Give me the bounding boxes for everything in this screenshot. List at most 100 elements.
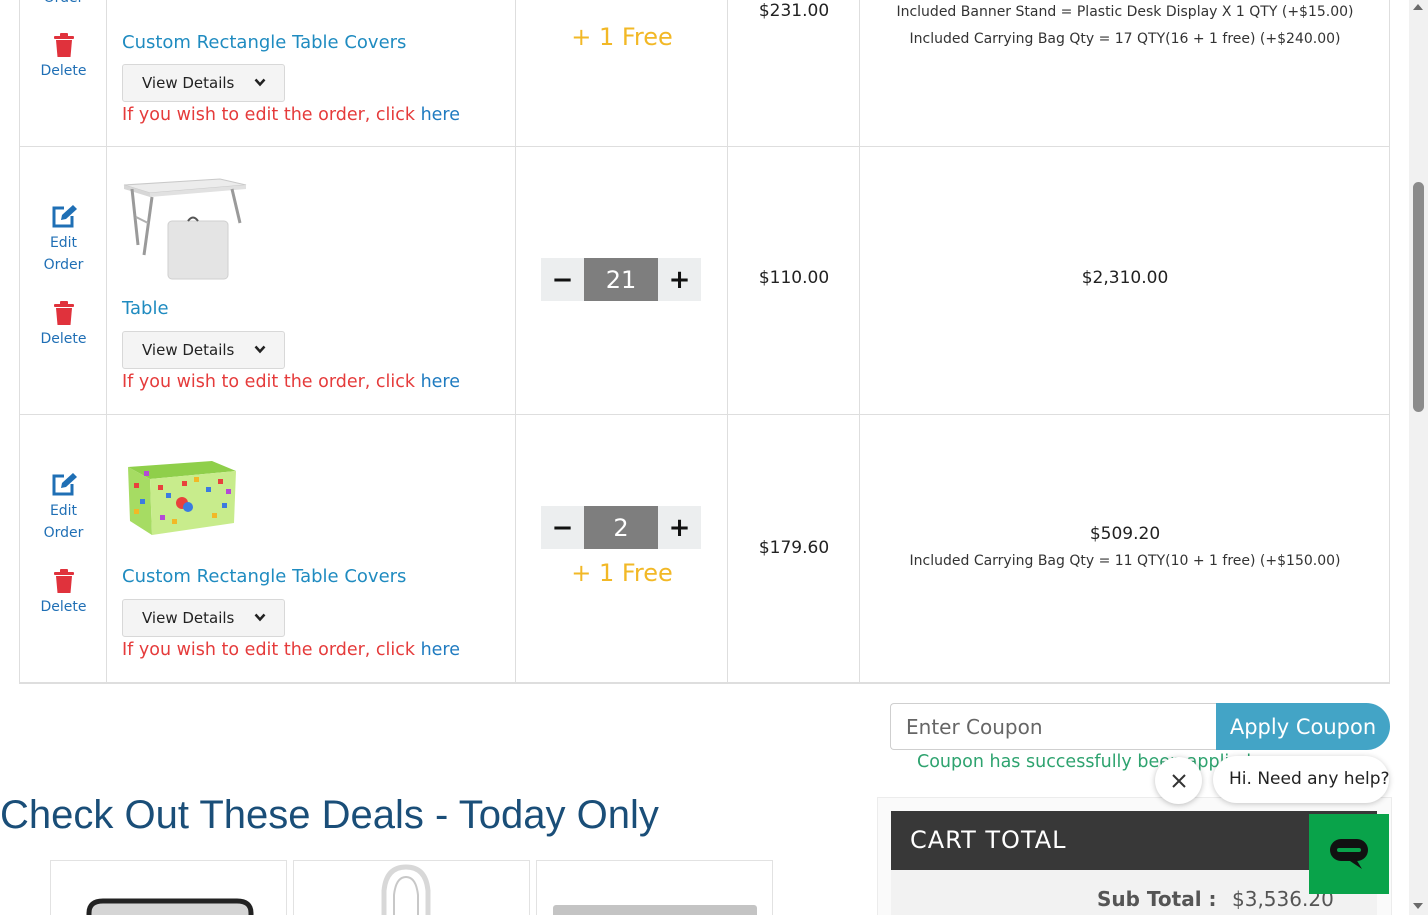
quantity-stepper[interactable]: − 2 + xyxy=(541,506,701,549)
deals-heading: Check Out These Deals - Today Only xyxy=(0,793,659,837)
deal-product-image xyxy=(86,898,254,915)
cart-actions-cell: Edit Order Delete xyxy=(20,147,107,414)
delete-button[interactable]: Delete xyxy=(20,569,107,618)
deal-product-image xyxy=(381,864,431,915)
edit-here-link[interactable]: here xyxy=(421,105,460,125)
chat-icon xyxy=(1330,839,1368,869)
quantity-value[interactable]: 2 xyxy=(584,506,658,549)
trash-icon xyxy=(53,33,74,57)
edit-order-button[interactable]: Edit Order xyxy=(20,204,107,276)
unit-price: $110.00 xyxy=(758,268,830,288)
included-option-note: Included Banner Stand = Plastic Desk Dis… xyxy=(896,4,1354,20)
coupon-form: Apply Coupon xyxy=(890,703,1390,750)
product-cell: Custom Rectangle Table Covers View Detai… xyxy=(107,0,516,146)
increase-quantity-button[interactable]: + xyxy=(658,258,701,301)
scroll-up-arrow-icon[interactable] xyxy=(1413,4,1423,10)
unit-price: $179.60 xyxy=(758,538,830,558)
product-cell: Table View Details If you wish to edit t… xyxy=(107,147,516,414)
trash-icon xyxy=(53,301,74,325)
edit-order-note: If you wish to edit the order, click her… xyxy=(122,105,460,125)
cart-actions-cell: Order Delete xyxy=(20,0,107,146)
free-item-badge: + 1 Free xyxy=(571,23,673,51)
view-details-button[interactable]: View Details xyxy=(122,599,285,637)
view-details-label: View Details xyxy=(142,609,235,627)
view-details-label: View Details xyxy=(142,341,235,359)
unit-price: $231.00 xyxy=(758,1,830,21)
increase-quantity-button[interactable]: + xyxy=(658,506,701,549)
product-cell: Custom Rectangle Table Covers View Detai… xyxy=(107,415,516,682)
product-name-link[interactable]: Custom Rectangle Table Covers xyxy=(122,566,406,587)
edit-here-link[interactable]: here xyxy=(421,372,460,392)
total-cell: $2,310.00 xyxy=(860,147,1390,414)
quantity-cell: − 21 + xyxy=(516,147,728,414)
unit-price-cell: $231.00 xyxy=(728,0,860,146)
product-name-link[interactable]: Table xyxy=(122,298,169,319)
line-total: $509.20 xyxy=(1089,524,1161,544)
line-total: $2,310.00 xyxy=(1081,268,1169,288)
edit-note-text: If you wish to edit the order, click xyxy=(122,105,421,125)
product-name-link[interactable]: Custom Rectangle Table Covers xyxy=(122,32,406,53)
table-cover-image xyxy=(128,461,236,535)
coupon-input[interactable] xyxy=(890,703,1216,750)
deal-card[interactable] xyxy=(293,860,530,915)
total-cell: Included Banner Stand = Plastic Desk Dis… xyxy=(860,0,1390,146)
decrease-quantity-button[interactable]: − xyxy=(541,258,584,301)
subtotal-label: Sub Total : xyxy=(1097,887,1217,911)
free-item-badge: + 1 Free xyxy=(571,559,673,587)
edit-icon xyxy=(52,205,77,228)
deal-product-image xyxy=(553,905,757,915)
cart-row: Edit Order Delete xyxy=(20,147,1389,415)
deal-card[interactable] xyxy=(536,860,773,915)
delete-button[interactable]: Delete xyxy=(20,33,107,82)
trash-icon xyxy=(53,569,74,593)
apply-coupon-button[interactable]: Apply Coupon xyxy=(1216,703,1390,750)
edit-here-link[interactable]: here xyxy=(421,640,460,660)
order-label: Order xyxy=(43,257,84,273)
decrease-quantity-button[interactable]: − xyxy=(541,506,584,549)
edit-order-label: Order xyxy=(44,0,84,6)
edit-icon xyxy=(52,473,77,496)
delete-label: Delete xyxy=(40,599,87,615)
order-label: Order xyxy=(43,525,84,541)
view-details-button[interactable]: View Details xyxy=(122,64,285,102)
edit-order-note: If you wish to edit the order, click her… xyxy=(122,640,460,660)
edit-order-note: If you wish to edit the order, click her… xyxy=(122,372,460,392)
delete-button[interactable]: Delete xyxy=(20,301,107,350)
view-details-button[interactable]: View Details xyxy=(122,331,285,369)
chat-greeting-bubble[interactable]: Hi. Need any help? xyxy=(1213,756,1390,803)
edit-note-text: If you wish to edit the order, click xyxy=(122,640,421,660)
edit-label: Edit xyxy=(49,235,78,251)
close-icon xyxy=(1171,773,1186,788)
included-option-note: Included Carrying Bag Qty = 11 QTY(10 + … xyxy=(909,553,1341,569)
cart-table: Order Delete Custom Rectangle Table Cove… xyxy=(19,0,1390,684)
folding-table-image xyxy=(123,178,247,280)
quantity-cell: + 1 Free xyxy=(516,0,728,146)
unit-price-cell: $179.60 xyxy=(728,415,860,682)
quantity-value[interactable]: 21 xyxy=(584,258,658,301)
view-details-label: View Details xyxy=(142,74,235,92)
chevron-down-icon xyxy=(254,345,266,354)
unit-price-cell: $110.00 xyxy=(728,147,860,414)
total-cell: $509.20 Included Carrying Bag Qty = 11 Q… xyxy=(860,415,1390,682)
scroll-down-arrow-icon[interactable] xyxy=(1413,903,1423,909)
page-scrollbar[interactable] xyxy=(1409,0,1428,915)
chat-close-button[interactable] xyxy=(1155,757,1202,804)
edit-note-text: If you wish to edit the order, click xyxy=(122,372,421,392)
cart-actions-cell: Edit Order Delete xyxy=(20,415,107,682)
chevron-down-icon xyxy=(254,613,266,622)
delete-label: Delete xyxy=(40,331,87,347)
quantity-cell: − 2 + + 1 Free xyxy=(516,415,728,682)
delete-label: Delete xyxy=(40,63,87,79)
deal-card[interactable] xyxy=(50,860,287,915)
edit-label: Edit xyxy=(49,503,78,519)
cart-row: Edit Order Delete xyxy=(20,415,1389,683)
chevron-down-icon xyxy=(254,78,266,87)
cart-row: Order Delete Custom Rectangle Table Cove… xyxy=(20,0,1389,147)
quantity-stepper[interactable]: − 21 + xyxy=(541,258,701,301)
edit-order-button[interactable]: Edit Order xyxy=(20,472,107,544)
included-option-note: Included Carrying Bag Qty = 17 QTY(16 + … xyxy=(909,31,1341,47)
scrollbar-thumb[interactable] xyxy=(1413,182,1424,412)
cart-total-title: CART TOTAL xyxy=(891,811,1377,870)
chat-launcher-button[interactable] xyxy=(1309,814,1389,894)
edit-order-button[interactable]: Order xyxy=(20,0,107,9)
